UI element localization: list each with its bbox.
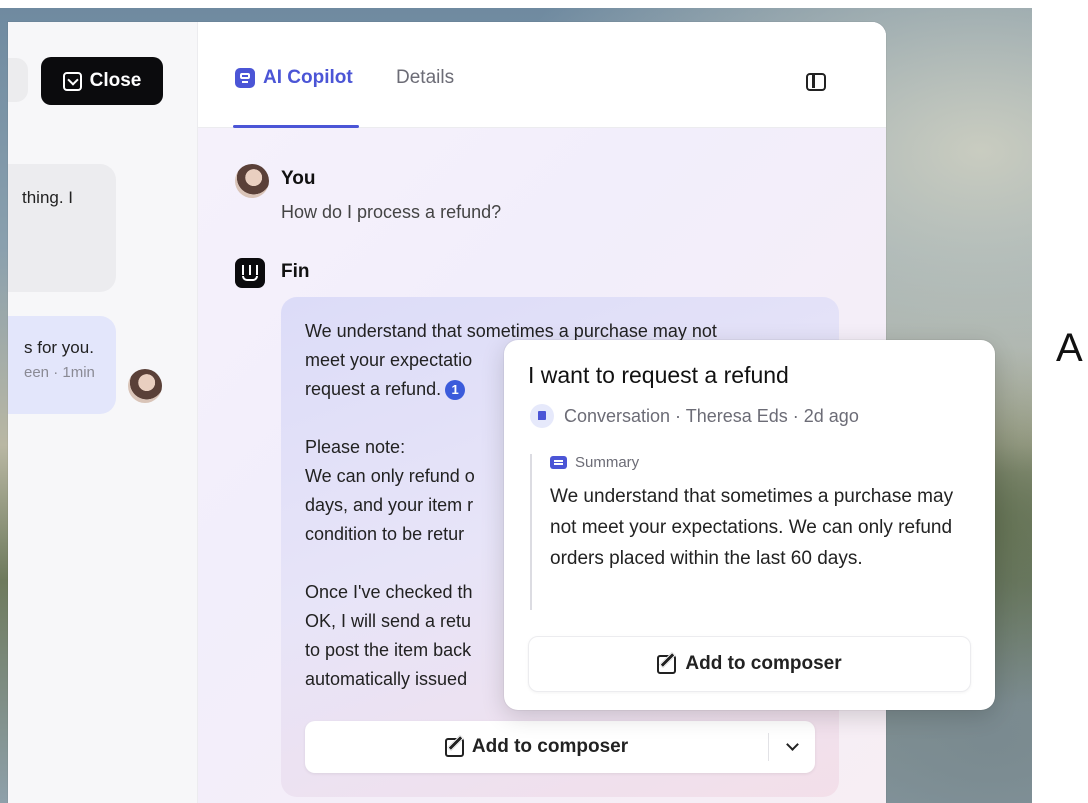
add-to-composer-split-button: Add to composer [305,721,815,773]
customer-message-text: thing. I [22,188,74,207]
popover-meta-text: Conversation · Theresa Eds · 2d ago [564,405,859,426]
user-avatar [235,164,269,198]
summary-quote: Summary We understand that sometimes a p… [530,454,970,610]
tab-ai-copilot[interactable]: AI Copilot [233,67,359,128]
agent-message-bubble: s for you. een · 1min [8,316,116,414]
summary-tag-label: Summary [575,454,640,471]
tab-ai-copilot-label: AI Copilot [263,67,353,88]
agent-avatar [128,369,162,403]
ai-copilot-icon [235,68,255,88]
popover-source-meta[interactable]: Conversation · Theresa Eds · 2d ago [530,404,859,428]
toolbar-button-stub[interactable] [8,58,28,102]
tab-details[interactable]: Details [396,67,454,89]
conversation-pane: Close thing. I s for you. een · 1min [8,22,198,803]
conversation-icon [530,404,554,428]
add-to-composer-label: Add to composer [471,736,629,757]
popover-add-to-composer-label: Add to composer [685,653,842,674]
screenshot-stage: Close thing. I s for you. een · 1min AI … [0,0,1088,803]
tab-details-label: Details [396,67,455,88]
sidebar-toggle-icon[interactable] [806,73,826,91]
chevron-down-icon [785,738,799,751]
inbox-check-icon [62,71,82,91]
popover-add-to-composer-button[interactable]: Add to composer [528,636,971,692]
ai-summary-icon [550,456,567,469]
agent-message-text: s for you. [24,338,94,357]
summary-tag: Summary [550,454,970,471]
user-question-text: How do I process a refund? [281,202,502,222]
user-name: You [281,168,316,189]
close-conversation-button[interactable]: Close [41,57,163,105]
fin-name: Fin [281,261,310,282]
close-button-label: Close [89,70,142,91]
composer-options-dropdown[interactable] [769,721,815,773]
summary-text: We understand that sometimes a purchase … [550,486,954,569]
agent-message-meta: een · 1min [24,364,95,381]
customer-message-bubble: thing. I [8,164,116,292]
copilot-tabs: AI Copilot Details [198,22,886,128]
fin-bot-icon [235,258,265,288]
edit-icon [444,737,464,757]
add-to-composer-button[interactable]: Add to composer [305,736,768,758]
source-popover: I want to request a refund Conversation … [504,340,995,710]
citation-badge[interactable]: 1 [445,380,466,400]
popover-title: I want to request a refund [528,362,789,388]
edit-icon [657,654,677,674]
answer-line-text: request a refund. [305,379,442,399]
side-label: A [1056,326,1083,370]
